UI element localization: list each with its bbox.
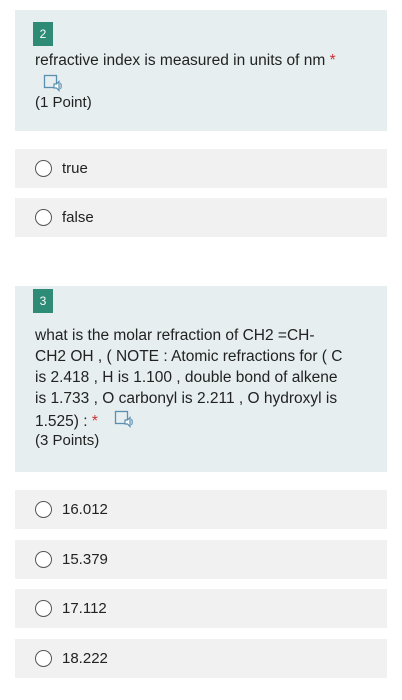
question-text-line-last: 1.525) : * [35,409,373,432]
radio-button[interactable] [35,209,52,226]
radio-button[interactable] [35,501,52,518]
option-label: 17.112 [62,600,107,617]
option-false[interactable]: false [15,198,387,237]
radio-button[interactable] [35,650,52,667]
question-number-badge: 3 [33,289,53,313]
question-text-line: 1.525) : [35,413,88,430]
question-text-line: what is the molar refraction of CH2 =CH- [35,327,315,344]
required-marker: * [329,52,336,69]
question-3-card: 3 what is the molar refraction of CH2 =C… [15,286,387,472]
question-points: (1 Point) [35,94,92,111]
radio-button[interactable] [35,160,52,177]
option-label: 15.379 [62,551,108,568]
option-18-222[interactable]: 18.222 [15,639,387,678]
radio-button[interactable] [35,551,52,568]
option-label: 18.222 [62,650,108,667]
question-text-line: is 2.418 , H is 1.100 , double bond of a… [35,369,338,386]
option-17-112[interactable]: 17.112 [15,589,387,628]
radio-button[interactable] [35,600,52,617]
question-text: what is the molar refraction of CH2 =CH-… [35,325,373,432]
immersive-reader-icon[interactable] [43,73,63,93]
question-2-card: 2 refractive index is measured in units … [15,10,387,131]
required-marker: * [91,413,98,430]
option-15-379[interactable]: 15.379 [15,540,387,579]
option-16-012[interactable]: 16.012 [15,490,387,529]
option-label: false [62,209,94,226]
question-points: (3 Points) [35,432,100,449]
option-true[interactable]: true [15,149,387,188]
question-number-badge: 2 [33,22,53,46]
immersive-reader-icon[interactable] [114,409,134,429]
question-text-line: CH2 OH , ( NOTE : Atomic refractions for… [35,348,343,365]
question-text: refractive index is measured in units of… [35,50,373,71]
question-text-line: is 1.733 , O carbonyl is 2.211 , O hydro… [35,390,338,407]
option-label: 16.012 [62,501,108,518]
option-label: true [62,160,88,177]
question-text-content: refractive index is measured in units of… [35,52,326,69]
